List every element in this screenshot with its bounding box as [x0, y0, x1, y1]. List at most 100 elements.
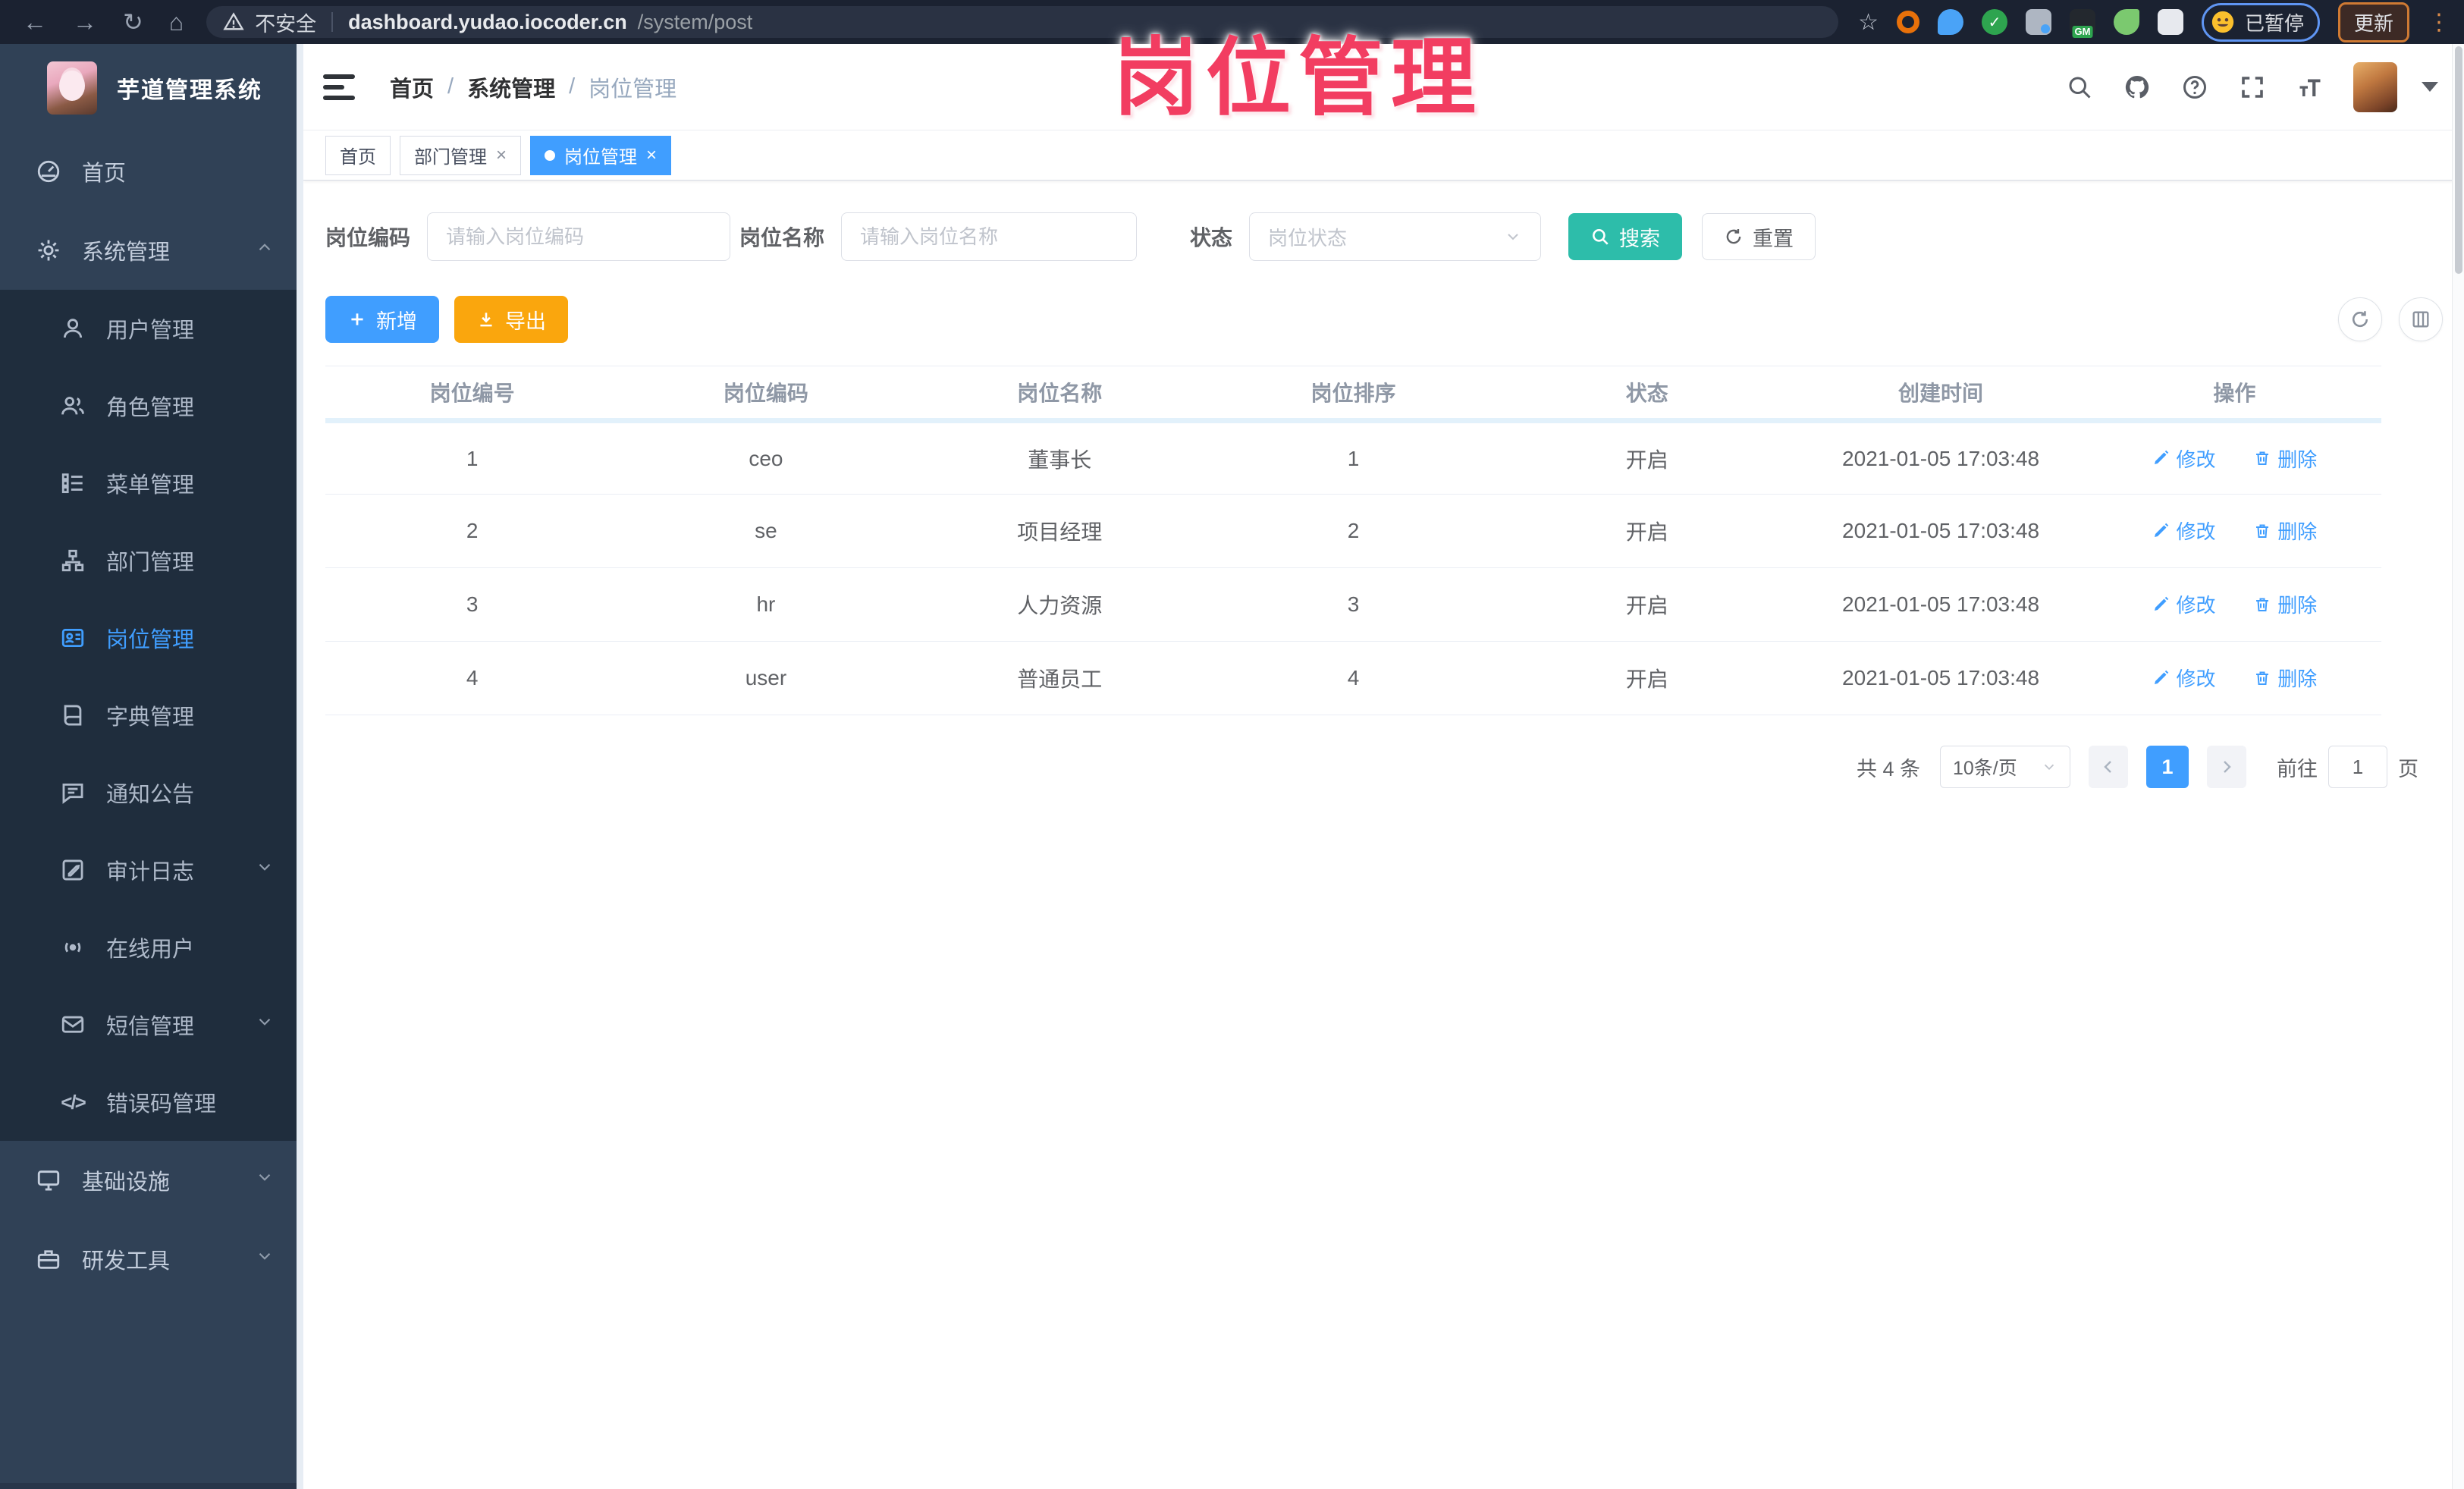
column-header[interactable]: 状态 [1500, 366, 1794, 423]
column-header[interactable]: 岗位名称 [912, 366, 1207, 423]
edit-link[interactable]: 修改 [2152, 517, 2215, 545]
delete-link[interactable]: 删除 [2253, 664, 2317, 692]
sidebar-item-label: 错误码管理 [106, 1092, 217, 1117]
sidebar-item-label: 短信管理 [106, 1015, 195, 1039]
sidebar-item-home[interactable]: 首页 [0, 132, 303, 211]
fullscreen-icon[interactable] [2238, 73, 2267, 102]
page-number-button[interactable]: 1 [2146, 746, 2189, 788]
breadcrumb-home[interactable]: 首页 [390, 71, 434, 103]
github-icon[interactable] [2123, 73, 2152, 102]
chevron-down-icon [255, 1012, 275, 1038]
page-content: 岗位编码 岗位名称 状态 岗位状态 搜索 [303, 181, 2464, 788]
extension-green-check-icon[interactable]: ✓ [1981, 9, 2007, 35]
url-path[interactable]: /system/post [638, 11, 753, 34]
sidebar-item-menus[interactable]: 菜单管理 [0, 445, 303, 522]
prev-page-button[interactable] [2089, 746, 2128, 788]
edit-link[interactable]: 修改 [2152, 664, 2215, 692]
breadcrumb-current: 岗位管理 [589, 77, 677, 102]
column-header[interactable]: 创建时间 [1794, 366, 2088, 423]
tab-home[interactable]: 首页 [325, 135, 391, 175]
export-button[interactable]: 导出 [454, 296, 568, 343]
search-button[interactable]: 搜索 [1568, 213, 1683, 260]
tab-label: 岗位管理 [564, 147, 638, 168]
dashboard-icon [35, 158, 62, 185]
sidebar-item-system[interactable]: 系统管理 [0, 211, 303, 290]
post-code-input[interactable] [427, 212, 731, 261]
security-label[interactable]: 不安全 [255, 8, 316, 37]
column-settings-button[interactable] [2399, 297, 2443, 341]
sidebar-item-dict[interactable]: 字典管理 [0, 677, 303, 754]
hamburger-icon[interactable] [323, 74, 355, 100]
sidebar-item-audit-log[interactable]: 审计日志 [0, 831, 303, 909]
app-logo-row[interactable]: 芋道管理系统 [0, 44, 303, 132]
column-header[interactable]: 岗位编号 [325, 366, 620, 423]
goto-page-input[interactable] [2328, 746, 2387, 788]
browser-home-icon[interactable]: ⌂ [169, 10, 184, 34]
status-select-placeholder: 岗位状态 [1268, 226, 1348, 250]
extension-blue-drop-icon[interactable] [1937, 9, 1963, 35]
paused-badge[interactable]: 已暂停 [2201, 2, 2320, 42]
scrollbar-thumb[interactable] [2454, 46, 2462, 274]
search-icon[interactable] [2065, 73, 2094, 102]
sidebar-item-posts[interactable]: 岗位管理 [0, 599, 303, 677]
url-host[interactable]: dashboard.yudao.iocoder.cn [348, 11, 627, 34]
sidebar-item-online-users[interactable]: 在线用户 [0, 909, 303, 986]
status-select[interactable]: 岗位状态 [1249, 212, 1542, 261]
column-header[interactable]: 岗位排序 [1206, 366, 1501, 423]
url-bar[interactable]: 不安全 dashboard.yudao.iocoder.cn /system/p… [206, 6, 1839, 38]
browser-forward-icon[interactable]: → [73, 10, 97, 34]
user-avatar[interactable] [2353, 61, 2397, 112]
status-group: 状态 岗位状态 [1190, 212, 1542, 261]
sidebar-item-label: 菜单管理 [106, 473, 195, 498]
monitor-icon [35, 1167, 62, 1194]
sidebar-item-infrastructure[interactable]: 基础设施 [0, 1141, 303, 1220]
font-size-icon[interactable] [2296, 73, 2324, 102]
sidebar-item-error-codes[interactable]: </> 错误码管理 [0, 1063, 303, 1141]
page-unit-label: 页 [2398, 757, 2418, 781]
table-row[interactable]: 3 hr 人力资源 3 开启 2021-01-05 17:03:48 修改 删除 [325, 567, 2381, 642]
extension-sprout-icon[interactable] [2113, 9, 2139, 35]
refresh-table-button[interactable] [2338, 297, 2382, 341]
help-icon[interactable] [2180, 73, 2209, 102]
extension-orange-icon[interactable] [1896, 11, 1919, 33]
tab-post-management[interactable]: 岗位管理 × [530, 135, 672, 175]
column-header[interactable]: 岗位编码 [619, 366, 913, 423]
next-page-button[interactable] [2207, 746, 2246, 788]
browser-menu-icon[interactable]: ⋮ [2428, 9, 2450, 36]
close-icon[interactable]: × [646, 146, 657, 165]
sidebar-item-sms[interactable]: 短信管理 [0, 986, 303, 1063]
page-scrollbar[interactable] [2452, 44, 2464, 1489]
breadcrumb-system[interactable]: 系统管理 [467, 71, 555, 103]
table-row[interactable]: 2 se 项目经理 2 开启 2021-01-05 17:03:48 修改 删除 [325, 494, 2381, 568]
table-row[interactable]: 1 ceo 董事长 1 开启 2021-01-05 17:03:48 修改 删除 [325, 420, 2381, 495]
extension-gm-icon[interactable]: GM [2069, 9, 2095, 38]
sidebar-item-users[interactable]: 用户管理 [0, 290, 303, 367]
sidebar-item-notice[interactable]: 通知公告 [0, 754, 303, 831]
browser-update-button[interactable]: 更新 [2337, 2, 2409, 42]
cell-post-status: 开启 [1500, 420, 1794, 495]
browser-reload-icon[interactable]: ↻ [123, 10, 143, 34]
add-button[interactable]: 新增 [325, 296, 439, 343]
reset-button[interactable]: 重置 [1702, 213, 1816, 260]
edit-link[interactable]: 修改 [2152, 590, 2215, 618]
column-header[interactable]: 操作 [2087, 366, 2381, 423]
extension-tabs-icon[interactable] [2025, 9, 2051, 35]
table-row[interactable]: 4 user 普通员工 4 开启 2021-01-05 17:03:48 修改 [325, 641, 2381, 715]
extensions-puzzle-icon[interactable] [2157, 9, 2183, 35]
sidebar-item-dev-tools[interactable]: 研发工具 [0, 1220, 303, 1299]
edit-link[interactable]: 修改 [2152, 445, 2215, 473]
delete-link[interactable]: 删除 [2253, 517, 2317, 545]
delete-link[interactable]: 删除 [2253, 445, 2317, 473]
bookmark-star-icon[interactable]: ☆ [1858, 9, 1879, 36]
sidebar-item-depts[interactable]: 部门管理 [0, 522, 303, 599]
download-icon [480, 313, 492, 327]
browser-back-icon[interactable]: ← [23, 10, 47, 34]
caret-down-icon[interactable] [2422, 82, 2438, 92]
post-name-input[interactable] [841, 212, 1138, 261]
sidebar-item-label: 在线用户 [106, 938, 195, 962]
page-size-select[interactable]: 10条/页 [1940, 746, 2070, 788]
sidebar-item-roles[interactable]: 角色管理 [0, 367, 303, 445]
tab-dept-management[interactable]: 部门管理 × [400, 135, 522, 175]
delete-link[interactable]: 删除 [2253, 590, 2317, 618]
close-icon[interactable]: × [496, 146, 507, 165]
